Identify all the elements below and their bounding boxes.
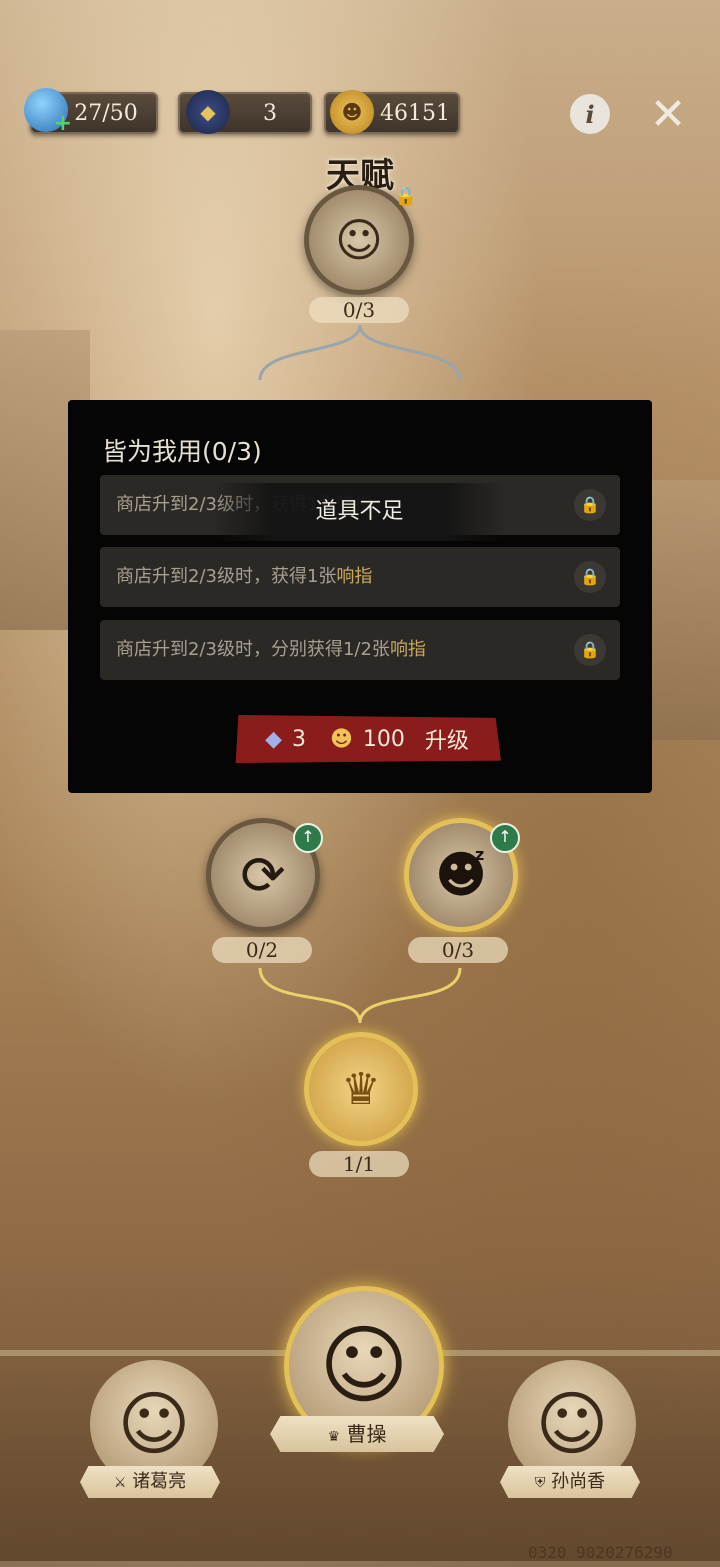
crown-icon: ♛: [327, 1429, 341, 1445]
talent-level-row: 商店升到2/3级时，获得1张响指 🔒: [100, 547, 620, 607]
tree-connector-bottom: [258, 968, 462, 1024]
popup-title: 皆为我用(0/3): [102, 437, 262, 466]
lock-icon: 🔒: [574, 489, 606, 521]
upgrade-available-icon: ↑: [293, 823, 323, 853]
talent-node-crown[interactable]: ♛: [304, 1032, 418, 1146]
refresh-icon: ⟳: [240, 843, 286, 907]
pumpkin-coin-icon: ☻: [330, 90, 374, 134]
watermark: 0320 9020276290: [528, 1543, 673, 1562]
hero-face-icon: ☺: [117, 1383, 191, 1465]
hero-face-icon: ☺: [335, 213, 383, 267]
energy-value: 27/50: [74, 100, 138, 126]
lock-icon: 🔒: [574, 634, 606, 666]
upgrade-button[interactable]: ◆ 3 ☻ 100 升级: [235, 715, 501, 763]
hero-name-right[interactable]: ⛨ 孙尚香: [500, 1466, 640, 1498]
sword-icon: ⚔: [113, 1475, 127, 1491]
lock-icon: 🔒: [394, 186, 417, 207]
talent-right-count: 0/3: [408, 937, 508, 963]
upgrade-cost-cat: 3: [291, 726, 306, 752]
talent-left-count: 0/2: [212, 937, 312, 963]
pumpkin-coin-icon: ☻: [329, 726, 353, 752]
close-icon[interactable]: ✕: [646, 89, 690, 140]
hero-name-left[interactable]: ⚔ 诸葛亮: [80, 1466, 220, 1498]
cat-currency-value: 3: [263, 100, 277, 126]
castle-tower-right: [650, 480, 720, 740]
talent-bottom-count: 1/1: [309, 1151, 409, 1177]
talent-top-count: 0/3: [309, 297, 409, 323]
potion-icon[interactable]: +: [24, 88, 72, 136]
upgrade-label: 升级: [424, 729, 469, 754]
hero-face-icon: ☺: [535, 1383, 609, 1465]
talent-node-top[interactable]: ☺ 🔒: [304, 185, 417, 295]
cat-icon: ◆: [265, 726, 282, 752]
insufficient-items-toast: 道具不足: [213, 483, 506, 541]
upgrade-cost-gold: 100: [362, 726, 405, 752]
gold-value: 46151: [380, 100, 450, 126]
upgrade-available-icon: ↑: [490, 823, 520, 853]
hero-name-center[interactable]: ♛ 曹操: [270, 1416, 444, 1452]
zzz-icon: z: [475, 845, 485, 864]
shield-icon: ⛨: [534, 1475, 546, 1491]
cat-icon: ◆: [186, 90, 230, 134]
tree-connector-top: [258, 325, 462, 381]
crown-icon: ♛: [341, 1063, 381, 1115]
plus-icon[interactable]: +: [54, 111, 72, 136]
talent-level-row: 商店升到2/3级时，分别获得1/2张响指 🔒: [100, 620, 620, 680]
hero-face-icon: ☺: [319, 1316, 409, 1416]
lock-icon: 🔒: [574, 561, 606, 593]
info-icon[interactable]: i: [570, 94, 610, 134]
